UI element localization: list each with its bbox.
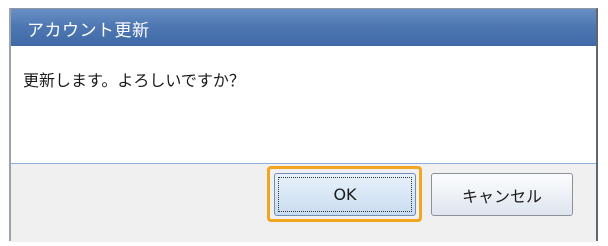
cancel-button-label: キャンセル — [461, 186, 542, 206]
cancel-button[interactable]: キャンセル — [431, 173, 573, 216]
ok-button[interactable]: OK — [274, 173, 416, 216]
ok-button-label: OK — [333, 185, 357, 204]
dialog-message: 更新します。よろしいですか？ — [23, 71, 245, 90]
dialog-title: アカウント更新 — [27, 21, 150, 41]
dialog-title-bar[interactable]: アカウント更新 — [11, 9, 596, 46]
